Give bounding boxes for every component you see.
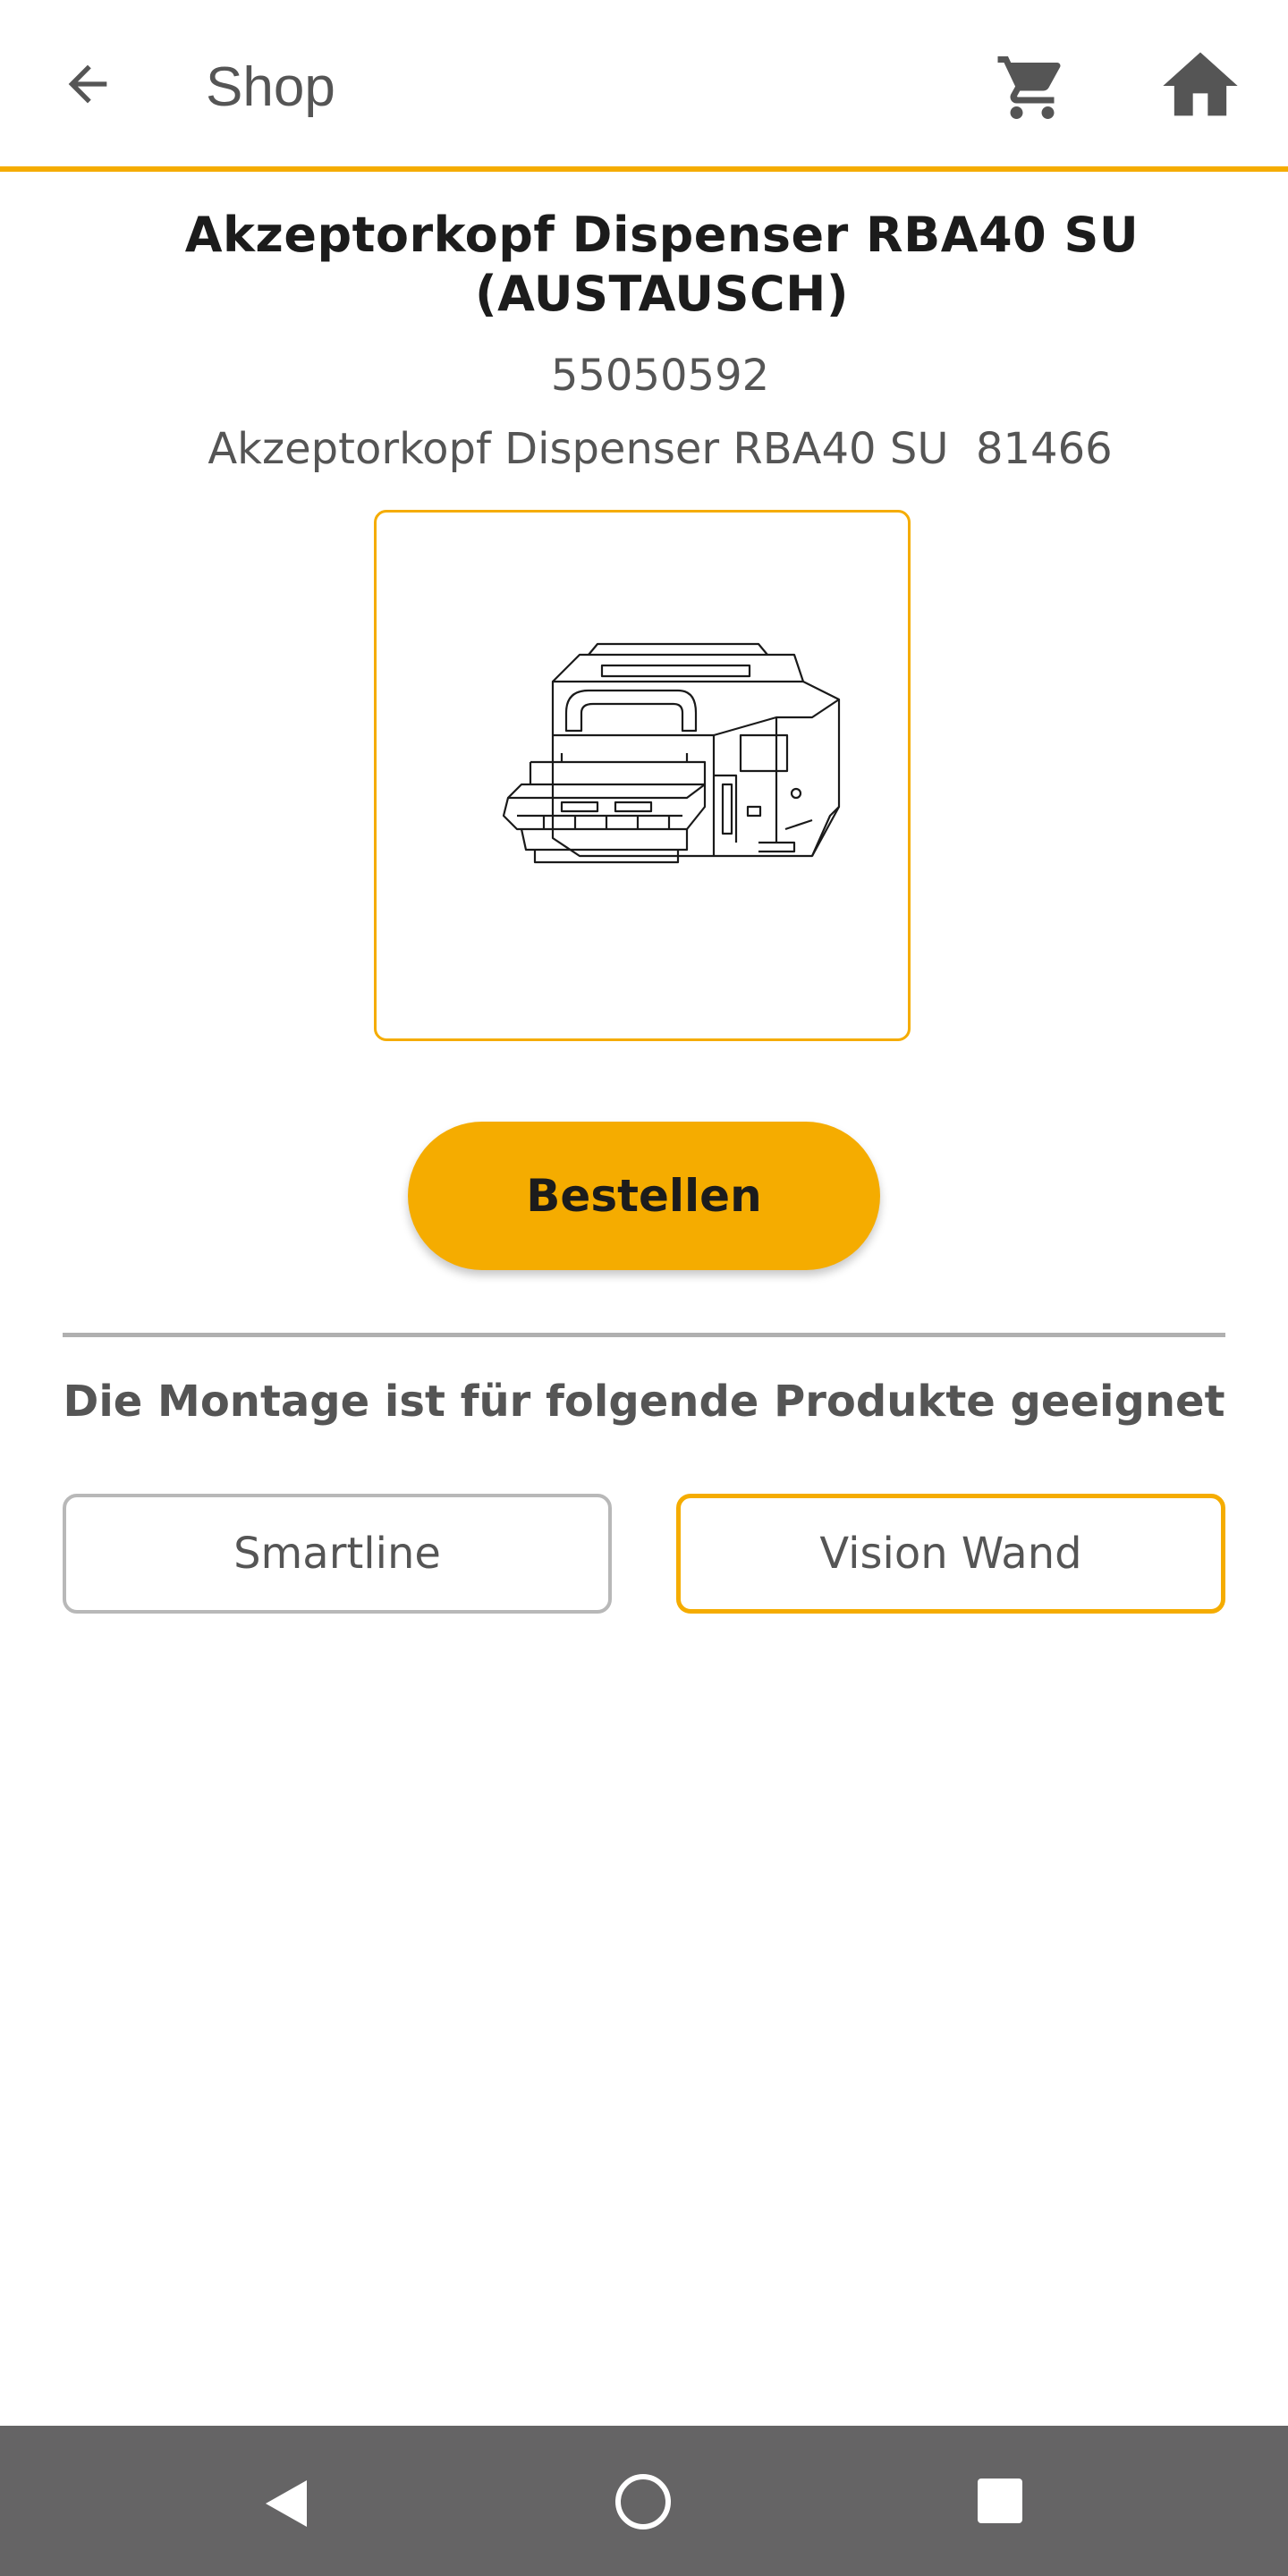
home-button[interactable] — [1154, 43, 1247, 129]
nav-back-button[interactable] — [254, 2472, 317, 2535]
product-image-frame[interactable] — [374, 510, 911, 1041]
product-chip-vision-wand[interactable]: Vision Wand — [676, 1494, 1225, 1614]
product-chip-smartline[interactable]: Smartline — [63, 1494, 612, 1614]
home-icon — [1163, 52, 1238, 116]
product-description: Akzeptorkopf Dispenser RBA40 SU 81466 — [208, 424, 1113, 474]
page-title: Shop — [206, 56, 335, 118]
nav-home-button[interactable] — [614, 2472, 673, 2531]
order-button[interactable]: Bestellen — [408, 1122, 880, 1270]
system-navigation-bar — [0, 2426, 1288, 2576]
cart-button[interactable] — [989, 45, 1075, 131]
compatibility-heading: Die Montage ist für folgende Produkte ge… — [63, 1377, 1225, 1427]
product-detail-screen: Shop Akzeptorkopf Dispenser RBA40 SU (AU… — [0, 0, 1288, 2576]
nav-recents-button[interactable] — [975, 2476, 1025, 2526]
section-divider — [63, 1333, 1225, 1337]
product-number: 55050592 — [550, 351, 770, 401]
nav-home-icon — [615, 2474, 671, 2529]
back-button[interactable] — [45, 41, 131, 127]
arrow-back-icon — [68, 64, 107, 104]
nav-recents-icon — [978, 2479, 1022, 2523]
shopping-cart-icon — [997, 56, 1061, 119]
app-bar: Shop — [0, 0, 1288, 172]
product-image — [502, 642, 841, 864]
nav-back-icon — [266, 2480, 307, 2527]
product-title: Akzeptorkopf Dispenser RBA40 SU (AUSTAUS… — [184, 207, 1140, 322]
